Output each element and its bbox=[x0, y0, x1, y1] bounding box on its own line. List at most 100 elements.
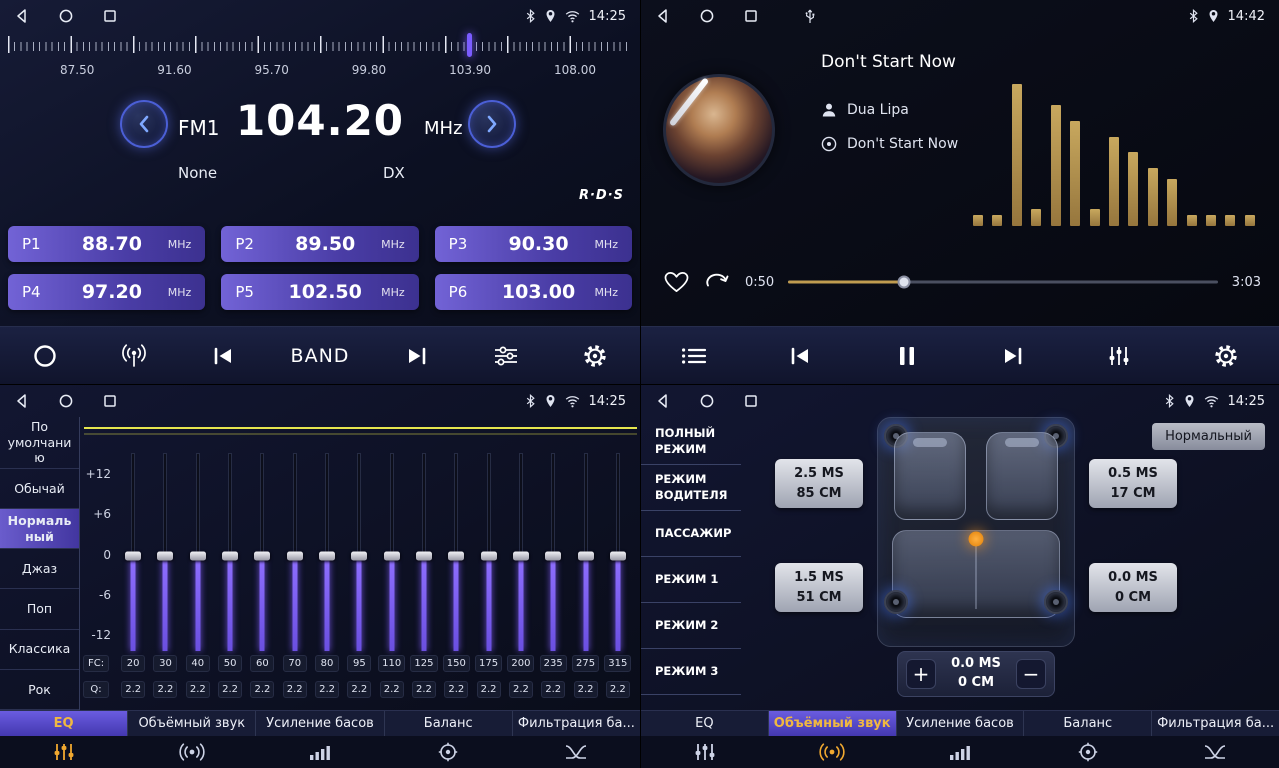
delay-rear-left[interactable]: 1.5 MS 51 CM bbox=[775, 563, 863, 612]
eq-band-slider[interactable] bbox=[214, 453, 246, 651]
preset-button[interactable]: P5 102.50 MHz bbox=[221, 274, 418, 310]
tab-eq-icon[interactable] bbox=[641, 742, 769, 762]
eq-preset-item[interactable]: Нормальный bbox=[0, 509, 79, 549]
audio-tab[interactable]: Фильтрация ба... bbox=[1152, 711, 1279, 736]
tab-bass-boost-icon[interactable] bbox=[896, 743, 1024, 761]
back-icon[interactable] bbox=[655, 8, 671, 24]
audio-tab[interactable]: Объёмный звук bbox=[769, 711, 897, 736]
eq-preset-item[interactable]: Джаз bbox=[0, 549, 79, 589]
audio-tab[interactable]: Объёмный звук bbox=[128, 711, 256, 736]
recents-icon[interactable] bbox=[743, 8, 759, 24]
audio-tab[interactable]: Баланс bbox=[1024, 711, 1152, 736]
previous-track-icon[interactable] bbox=[778, 334, 822, 378]
home-icon[interactable] bbox=[58, 8, 74, 24]
stage-mode-item[interactable]: РЕЖИМ 1 bbox=[641, 557, 741, 603]
stage-mode-item[interactable]: РЕЖИМ 2 bbox=[641, 603, 741, 649]
eq-slider-knob[interactable] bbox=[287, 551, 303, 560]
eq-band-slider[interactable] bbox=[182, 453, 214, 651]
scan-icon[interactable] bbox=[23, 334, 67, 378]
next-station-icon[interactable] bbox=[395, 334, 439, 378]
eq-slider-knob[interactable] bbox=[513, 551, 529, 560]
previous-station-icon[interactable] bbox=[201, 334, 245, 378]
eq-slider-knob[interactable] bbox=[190, 551, 206, 560]
gear-icon[interactable] bbox=[573, 334, 617, 378]
tab-filter-icon[interactable] bbox=[1151, 743, 1279, 761]
eq-slider-knob[interactable] bbox=[351, 551, 367, 560]
eq-band-slider[interactable] bbox=[343, 453, 375, 651]
eq-band-slider[interactable] bbox=[602, 453, 634, 651]
home-icon[interactable] bbox=[699, 393, 715, 409]
favorite-icon[interactable] bbox=[663, 271, 690, 294]
gear-icon[interactable] bbox=[1204, 334, 1248, 378]
eq-slider-knob[interactable] bbox=[481, 551, 497, 560]
audio-tab[interactable]: Фильтрация ба... bbox=[513, 711, 640, 736]
back-icon[interactable] bbox=[14, 8, 30, 24]
eq-slider-knob[interactable] bbox=[545, 551, 561, 560]
eq-band-slider[interactable] bbox=[408, 453, 440, 651]
eq-slider-knob[interactable] bbox=[125, 551, 141, 560]
progress-knob[interactable] bbox=[898, 276, 911, 289]
stage-mode-item[interactable]: ПОЛНЫЙ РЕЖИМ bbox=[641, 419, 741, 465]
audio-tab[interactable]: EQ bbox=[0, 711, 128, 736]
stage-mode-item[interactable]: ПАССАЖИР bbox=[641, 511, 741, 557]
eq-band-slider[interactable] bbox=[472, 453, 504, 651]
next-track-icon[interactable] bbox=[991, 334, 1035, 378]
home-icon[interactable] bbox=[58, 393, 74, 409]
tune-up-button[interactable] bbox=[468, 100, 516, 148]
playlist-icon[interactable] bbox=[672, 334, 716, 378]
eq-slider-knob[interactable] bbox=[416, 551, 432, 560]
recents-icon[interactable] bbox=[743, 393, 759, 409]
eq-preset-item[interactable]: Рок bbox=[0, 670, 79, 710]
audio-tab[interactable]: EQ bbox=[641, 711, 769, 736]
delay-front-right[interactable]: 0.5 MS 17 CM bbox=[1089, 459, 1177, 508]
eq-band-slider[interactable] bbox=[505, 453, 537, 651]
frequency-scale[interactable]: 87.5091.6095.7099.80103.90108.00 bbox=[8, 33, 632, 81]
tab-surround-icon[interactable] bbox=[769, 743, 897, 761]
eq-band-slider[interactable] bbox=[376, 453, 408, 651]
eq-slider-knob[interactable] bbox=[254, 551, 270, 560]
repeat-icon[interactable] bbox=[704, 272, 731, 293]
tab-surround-icon[interactable] bbox=[128, 743, 256, 761]
pause-icon[interactable] bbox=[885, 334, 929, 378]
stage-mode-item[interactable]: РЕЖИМ ВОДИТЕЛЯ bbox=[641, 465, 741, 511]
eq-slider-knob[interactable] bbox=[222, 551, 238, 560]
eq-band-slider[interactable] bbox=[311, 453, 343, 651]
eq-slider-knob[interactable] bbox=[578, 551, 594, 560]
eq-band-slider[interactable] bbox=[117, 453, 149, 651]
eq-band-slider[interactable] bbox=[246, 453, 278, 651]
tune-down-button[interactable] bbox=[120, 100, 168, 148]
eq-preset-item[interactable]: По умолчанию bbox=[0, 417, 79, 469]
tab-balance-icon[interactable] bbox=[1024, 742, 1152, 762]
progress-slider[interactable] bbox=[788, 274, 1218, 290]
recents-icon[interactable] bbox=[102, 393, 118, 409]
preset-button[interactable]: P4 97.20 MHz bbox=[8, 274, 205, 310]
audio-tab[interactable]: Усиление басов bbox=[897, 711, 1025, 736]
eq-band-slider[interactable] bbox=[440, 453, 472, 651]
eq-band-slider[interactable] bbox=[569, 453, 601, 651]
delay-rear-right[interactable]: 0.0 MS 0 CM bbox=[1089, 563, 1177, 612]
eq-slider-knob[interactable] bbox=[384, 551, 400, 560]
audio-tab[interactable]: Баланс bbox=[385, 711, 513, 736]
delay-front-left[interactable]: 2.5 MS 85 CM bbox=[775, 459, 863, 508]
preset-button[interactable]: P2 89.50 MHz bbox=[221, 226, 418, 262]
preset-button[interactable]: P3 90.30 MHz bbox=[435, 226, 632, 262]
eq-band-slider[interactable] bbox=[149, 453, 181, 651]
listening-position-dot[interactable] bbox=[969, 531, 984, 546]
tab-balance-icon[interactable] bbox=[384, 742, 512, 762]
broadcast-icon[interactable] bbox=[112, 334, 156, 378]
eq-slider-knob[interactable] bbox=[319, 551, 335, 560]
eq-band-slider[interactable] bbox=[279, 453, 311, 651]
stage-preset-button[interactable]: Нормальный bbox=[1152, 423, 1265, 450]
back-icon[interactable] bbox=[14, 393, 30, 409]
audio-tab[interactable]: Усиление басов bbox=[256, 711, 384, 736]
tab-filter-icon[interactable] bbox=[512, 743, 640, 761]
eq-preset-item[interactable]: Обычай bbox=[0, 469, 79, 509]
preset-button[interactable]: P1 88.70 MHz bbox=[8, 226, 205, 262]
eq-slider-knob[interactable] bbox=[448, 551, 464, 560]
recents-icon[interactable] bbox=[102, 8, 118, 24]
stage-mode-item[interactable]: РЕЖИМ 3 bbox=[641, 649, 741, 695]
home-icon[interactable] bbox=[699, 8, 715, 24]
eq-band-slider[interactable] bbox=[537, 453, 569, 651]
eq-preset-item[interactable]: Классика bbox=[0, 630, 79, 670]
tab-eq-icon[interactable] bbox=[0, 742, 128, 762]
